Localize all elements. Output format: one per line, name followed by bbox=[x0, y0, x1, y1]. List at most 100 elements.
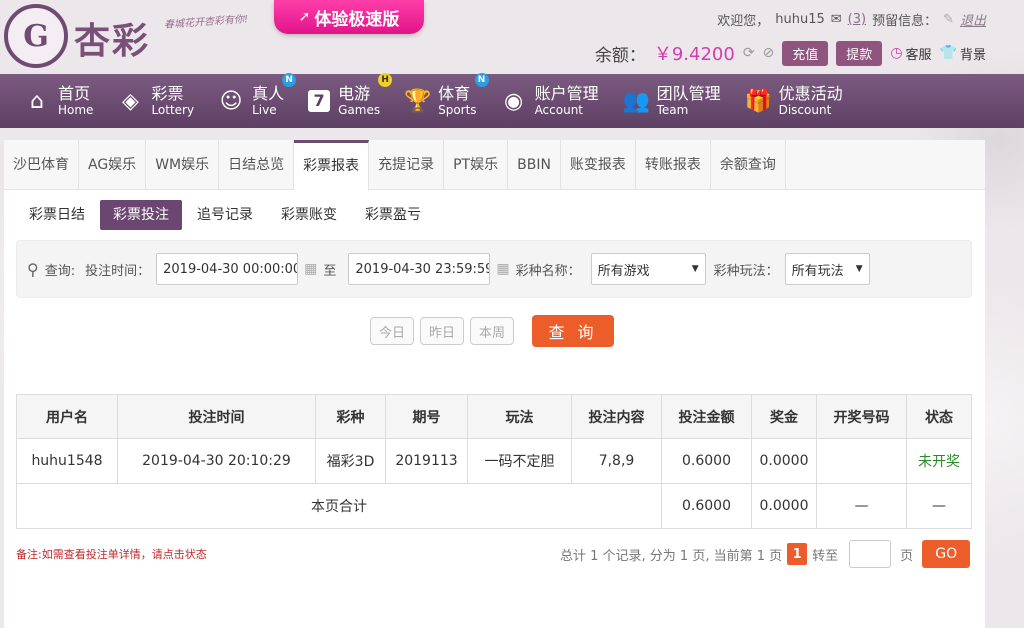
tab-transfer-report[interactable]: 转账报表 bbox=[636, 140, 711, 189]
background-link[interactable]: 👕 背景 bbox=[940, 44, 986, 63]
total-status: — bbox=[906, 483, 972, 529]
cell-bonus: 0.0000 bbox=[751, 438, 817, 484]
nav-item-games[interactable]: 7 电游 Games H bbox=[308, 73, 393, 117]
nav-label: 真人 bbox=[252, 84, 285, 103]
nav-label: 体育 bbox=[438, 84, 471, 103]
logo-text: 杏彩 bbox=[74, 20, 151, 62]
subtab-lottery-daily[interactable]: 彩票日结 bbox=[16, 200, 98, 230]
logo[interactable]: G 杏彩 春城花开杏彩有你! bbox=[4, 2, 264, 70]
table-header-row: 用户名 投注时间 彩种 期号 玩法 投注内容 投注金额 奖金 开奖号码 状态 bbox=[16, 394, 972, 439]
edit-icon[interactable]: ✎ bbox=[943, 12, 954, 27]
cell-username: huhu1548 bbox=[16, 438, 118, 484]
subtab-lottery-profit[interactable]: 彩票盈亏 bbox=[352, 200, 434, 230]
cell-bet-amount: 0.6000 bbox=[661, 438, 752, 484]
tab-bbin[interactable]: BBIN bbox=[508, 140, 561, 189]
preset-info-label: 预留信息： bbox=[872, 14, 938, 29]
page-unit-label: 页 bbox=[900, 548, 914, 564]
chevron-down-icon: ▼ bbox=[855, 264, 863, 274]
total-bonus: 0.0000 bbox=[751, 483, 817, 529]
quick-range: 今日 昨日 本周 查 询 bbox=[370, 315, 614, 347]
yesterday-button[interactable]: 昨日 bbox=[420, 317, 464, 345]
cell-lottery: 福彩3D bbox=[315, 438, 386, 484]
status-link[interactable]: 未开奖 bbox=[906, 438, 972, 484]
withdraw-button[interactable]: 提款 bbox=[836, 40, 883, 66]
cell-draw-number bbox=[816, 438, 907, 484]
current-page[interactable]: 1 bbox=[787, 543, 808, 565]
nav-item-home[interactable]: ⌂ 首页 Home bbox=[24, 85, 94, 118]
query-button[interactable]: 查 询 bbox=[532, 315, 614, 347]
today-button[interactable]: 今日 bbox=[370, 317, 414, 345]
hide-eye-icon[interactable]: ⊘ bbox=[763, 45, 775, 61]
table-note: 备注:如需查看投注单详情，请点击状态 bbox=[16, 548, 207, 561]
nav-label: 团队管理 bbox=[656, 84, 721, 103]
refresh-icon[interactable]: ⟳ bbox=[743, 45, 755, 61]
seven-icon: 7 bbox=[308, 90, 331, 112]
col-status: 状态 bbox=[906, 394, 972, 439]
nav-item-account[interactable]: ◉ 账户管理 Account bbox=[501, 84, 599, 118]
start-time-input[interactable]: 2019-04-30 00:00:00 bbox=[156, 253, 299, 285]
report-tabs: 沙巴体育 AG娱乐 WM娱乐 日结总览 彩票报表 充提记录 PT娱乐 BBIN … bbox=[4, 140, 985, 191]
play-select[interactable]: 所有玩法 ▼ bbox=[784, 253, 870, 285]
col-period: 期号 bbox=[385, 394, 468, 439]
total-label: 本页合计 bbox=[16, 483, 662, 529]
this-week-button[interactable]: 本周 bbox=[470, 317, 514, 345]
subtab-lottery-bets[interactable]: 彩票投注 bbox=[100, 200, 182, 230]
game-select[interactable]: 所有游戏 ▼ bbox=[590, 253, 706, 285]
balance-label: 余额： bbox=[594, 45, 646, 66]
home-icon: ⌂ bbox=[30, 88, 44, 114]
mail-icon[interactable]: ✉ bbox=[831, 12, 842, 27]
subtab-lottery-changes[interactable]: 彩票账变 bbox=[268, 200, 350, 230]
nav-label: 账户管理 bbox=[534, 84, 599, 103]
nav-item-live[interactable]: ☺ 真人 Live N bbox=[218, 73, 297, 117]
customer-service-link[interactable]: ◷ 客服 bbox=[890, 44, 931, 63]
end-time-input[interactable]: 2019-04-30 23:59:59 bbox=[348, 253, 491, 285]
col-bet-content: 投注内容 bbox=[571, 394, 662, 439]
report-panel: 沙巴体育 AG娱乐 WM娱乐 日结总览 彩票报表 充提记录 PT娱乐 BBIN … bbox=[4, 140, 985, 628]
tab-balance-change[interactable]: 账变报表 bbox=[561, 140, 636, 189]
tab-deposit-withdraw[interactable]: 充提记录 bbox=[369, 140, 445, 189]
tab-pt[interactable]: PT娱乐 bbox=[444, 140, 509, 189]
tab-daily-overview[interactable]: 日结总览 bbox=[219, 140, 295, 189]
nav-sublabel: Home bbox=[58, 103, 94, 117]
tab-ag[interactable]: AG娱乐 bbox=[79, 140, 147, 189]
nav-item-team[interactable]: 👥 团队管理 Team bbox=[623, 84, 721, 118]
game-name-label: 彩种名称： bbox=[515, 263, 581, 279]
play-select-value: 所有玩法 bbox=[791, 263, 844, 279]
trophy-icon: 🏆 bbox=[404, 88, 432, 114]
total-row: 本页合计 0.6000 0.0000 — — bbox=[16, 483, 972, 529]
go-button[interactable]: GO bbox=[922, 540, 971, 568]
nav-label: 电游 bbox=[338, 84, 371, 103]
hot-badge: H bbox=[378, 73, 393, 87]
promo-button[interactable]: ➚ 体验极速版 bbox=[274, 0, 424, 34]
nav-item-sports[interactable]: 🏆 体育 Sports N bbox=[404, 73, 489, 117]
calendar-icon[interactable]: ▦ bbox=[304, 261, 317, 277]
mail-count[interactable]: (3) bbox=[848, 12, 866, 27]
calendar-icon[interactable]: ▦ bbox=[496, 261, 509, 277]
query-bar: ⚲ 查询: 投注时间： 2019-04-30 00:00:00 ▦ 至 2019… bbox=[16, 240, 972, 298]
nav-sublabel: Team bbox=[656, 103, 689, 117]
bet-table: 用户名 投注时间 彩种 期号 玩法 投注内容 投注金额 奖金 开奖号码 状态 h… bbox=[16, 394, 972, 529]
total-draw: — bbox=[816, 483, 907, 529]
tab-wm[interactable]: WM娱乐 bbox=[146, 140, 220, 189]
page-number-input[interactable] bbox=[849, 540, 892, 568]
nav-item-discount[interactable]: 🎁 优惠活动 Discount bbox=[745, 85, 843, 118]
bet-time-label: 投注时间： bbox=[85, 263, 151, 279]
account-icon: ◉ bbox=[503, 88, 524, 114]
tab-saba-sports[interactable]: 沙巴体育 bbox=[4, 140, 79, 189]
username: huhu15 bbox=[775, 12, 825, 27]
col-bet-amount: 投注金额 bbox=[661, 394, 752, 439]
tab-balance-query[interactable]: 余额查询 bbox=[711, 140, 786, 189]
logout-link[interactable]: 退出 bbox=[960, 10, 986, 29]
nav-item-lottery[interactable]: ◈ 彩票 Lottery bbox=[117, 85, 194, 118]
deposit-button[interactable]: 充值 bbox=[782, 40, 829, 66]
goto-label: 转至 bbox=[812, 548, 839, 564]
pager-summary: 总计 1 个记录, 分为 1 页, 当前第 1 页 bbox=[560, 548, 783, 564]
game-select-value: 所有游戏 bbox=[597, 263, 650, 279]
pagination: 总计 1 个记录, 分为 1 页, 当前第 1 页 1 转至 页 GO bbox=[560, 540, 971, 568]
chevron-down-icon: ▼ bbox=[691, 264, 699, 274]
tab-lottery-report[interactable]: 彩票报表 bbox=[294, 140, 370, 191]
service-24h-icon: ◷ bbox=[890, 45, 903, 61]
subtab-chase-records[interactable]: 追号记录 bbox=[184, 200, 266, 230]
cell-period: 2019113 bbox=[385, 438, 468, 484]
nav-sublabel: Discount bbox=[778, 103, 832, 117]
